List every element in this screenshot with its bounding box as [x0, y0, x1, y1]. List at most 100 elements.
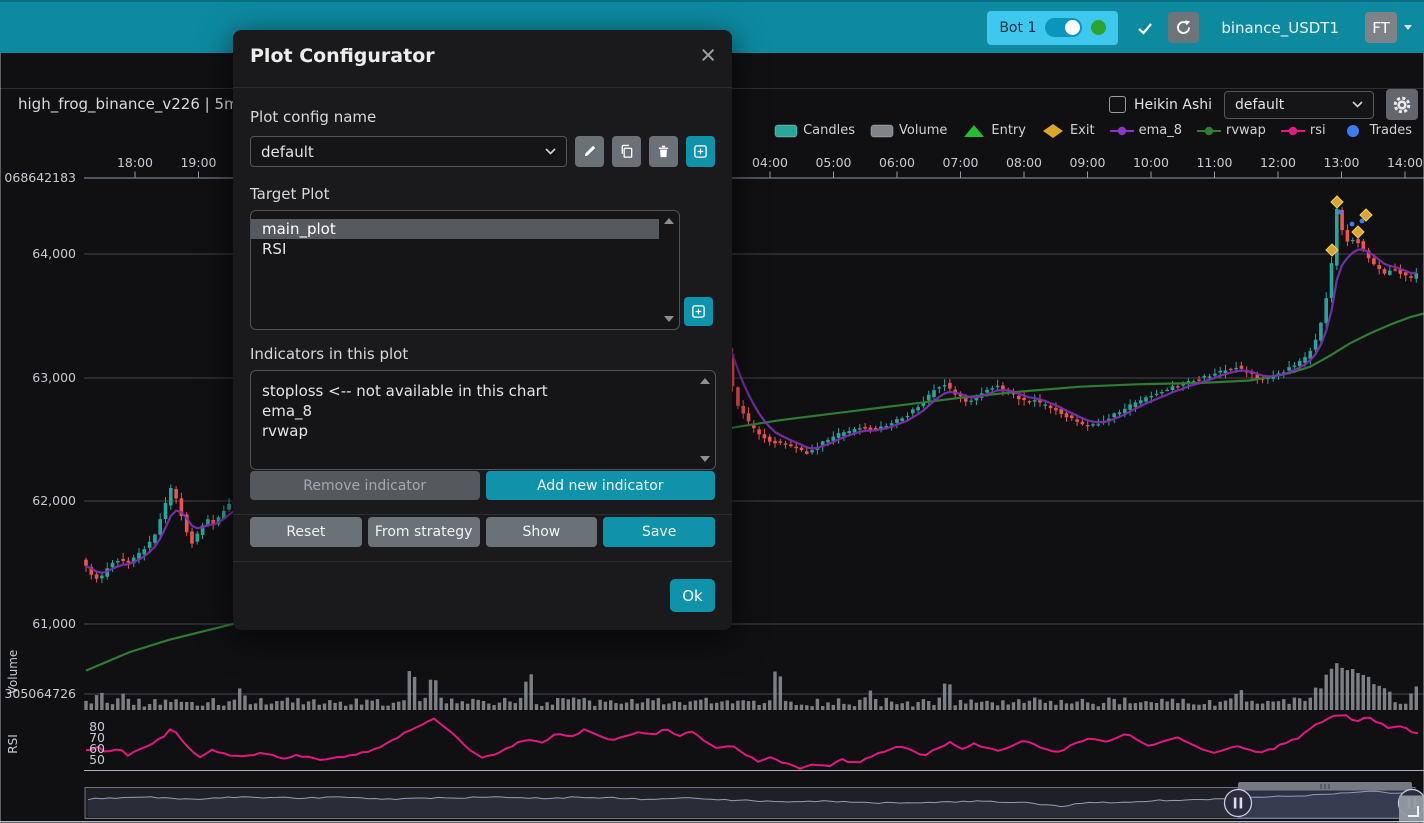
plot-configurator-modal: Plot Configurator × Plot config name def… — [233, 30, 732, 630]
modal-header: Plot Configurator × — [233, 30, 732, 80]
add-plot-button[interactable] — [684, 297, 713, 326]
config-row: default — [250, 136, 715, 167]
rvwap-legend-icon — [1197, 124, 1221, 138]
reset-button[interactable]: Reset — [250, 517, 362, 547]
target-plot-list[interactable]: main_plotRSI — [250, 210, 680, 330]
legend-label: Candles — [803, 123, 855, 138]
scroll-down-icon[interactable] — [700, 456, 710, 462]
chevron-down-icon — [545, 148, 556, 155]
config-name-select[interactable]: default — [250, 136, 567, 167]
legend-item-rvwap[interactable]: rvwap — [1197, 123, 1266, 138]
nav-handle-left[interactable] — [1225, 790, 1252, 817]
indicators-list[interactable]: stoploss <-- not available in this chart… — [250, 370, 716, 470]
indicator-buttons: Remove indicator Add new indicator — [250, 471, 715, 500]
config-name-select-value: default — [261, 143, 314, 161]
legend-label: Exit — [1070, 123, 1095, 138]
target-plot-label: Target Plot — [250, 185, 329, 203]
add-new-indicator-button[interactable]: Add new indicator — [486, 471, 716, 500]
plot-config-name-label: Plot config name — [250, 108, 376, 126]
svg-text:08:00: 08:00 — [1006, 155, 1042, 170]
legend-item-Trades[interactable]: Trades — [1341, 123, 1412, 138]
legend-item-Candles[interactable]: Candles — [774, 123, 855, 138]
bot-selector[interactable]: Bot 1 — [987, 11, 1118, 45]
heikin-ashi-option[interactable]: Heikin Ashi — [1109, 96, 1212, 113]
svg-text:RSI: RSI — [6, 734, 20, 754]
svg-text:04:00: 04:00 — [752, 155, 788, 170]
Entry-legend-icon — [962, 124, 986, 138]
duplicate-config-button[interactable] — [612, 136, 641, 167]
bot-label: Bot 1 — [999, 20, 1036, 36]
divider — [233, 514, 732, 515]
svg-text:10:00: 10:00 — [1133, 155, 1169, 170]
legend-item-ema_8[interactable]: ema_8 — [1110, 123, 1182, 138]
svg-text:13:00: 13:00 — [1323, 155, 1359, 170]
bot-toggle[interactable] — [1045, 18, 1082, 37]
delete-config-button[interactable] — [649, 136, 678, 167]
legend-label: Trades — [1370, 123, 1412, 138]
copy-icon — [619, 144, 634, 159]
action-buttons: Reset From strategy Show Save — [250, 517, 715, 547]
svg-text:63,000: 63,000 — [32, 370, 76, 385]
navigator[interactable] — [85, 782, 1424, 823]
target-plot-option[interactable]: RSI — [251, 239, 659, 259]
svg-text:05:00: 05:00 — [815, 155, 851, 170]
from-strategy-button[interactable]: From strategy — [368, 517, 480, 547]
Trades-legend-icon — [1341, 124, 1365, 138]
remove-indicator-button[interactable]: Remove indicator — [250, 471, 480, 500]
chart-title: high_frog_binance_v226 | 5m — [18, 95, 239, 113]
Candles-legend-icon — [774, 124, 798, 138]
show-button[interactable]: Show — [486, 517, 598, 547]
legend-item-Exit[interactable]: Exit — [1041, 123, 1095, 138]
plot-config-select[interactable]: default — [1224, 91, 1374, 119]
svg-text:068642183: 068642183 — [4, 170, 76, 185]
ema_8-legend-icon — [1110, 124, 1134, 138]
target-plot-option[interactable]: main_plot — [251, 219, 659, 239]
plus-square-icon — [693, 144, 708, 159]
gear-icon — [1392, 95, 1412, 115]
indicator-option[interactable]: ema_8 — [251, 401, 695, 421]
svg-text:06:00: 06:00 — [879, 155, 915, 170]
close-button[interactable]: × — [696, 38, 720, 73]
modal-title: Plot Configurator — [233, 30, 732, 80]
scroll-down-icon[interactable] — [664, 316, 674, 322]
svg-text:50: 50 — [89, 752, 105, 767]
legend-item-Entry[interactable]: Entry — [962, 123, 1026, 138]
Exit-legend-icon — [1041, 124, 1065, 138]
bot-online-dot — [1091, 20, 1106, 35]
svg-text:Volume: Volume — [6, 650, 20, 695]
chevron-down-icon — [1352, 101, 1363, 108]
trash-icon — [656, 144, 671, 159]
save-button[interactable]: Save — [603, 517, 715, 547]
chart-controls: Heikin Ashi default — [1109, 89, 1418, 120]
divider — [233, 87, 732, 88]
svg-text:61,000: 61,000 — [32, 616, 76, 631]
svg-text:64,000: 64,000 — [32, 246, 76, 261]
svg-text:14:00: 14:00 — [1387, 155, 1423, 170]
chart-legend: Candles Volume Entry Exit ema_8 rvwap rsi Trade… — [774, 123, 1412, 138]
refresh-icon — [1175, 19, 1192, 36]
svg-text:09:00: 09:00 — [1069, 155, 1105, 170]
legend-item-rsi[interactable]: rsi — [1281, 123, 1326, 138]
scroll-up-icon[interactable] — [700, 378, 710, 384]
pair-label: binance_USDT1 — [1221, 19, 1339, 37]
svg-text:12:00: 12:00 — [1260, 155, 1296, 170]
resize-grip[interactable] — [1399, 796, 1424, 823]
refresh-button[interactable] — [1168, 12, 1199, 43]
heikin-ashi-checkbox[interactable] — [1109, 96, 1126, 113]
legend-item-Volume[interactable]: Volume — [870, 123, 947, 138]
indicator-option[interactable]: stoploss <-- not available in this chart — [251, 381, 695, 401]
add-config-button[interactable] — [686, 136, 715, 167]
edit-config-button[interactable] — [575, 136, 604, 167]
toggle-knob — [1065, 20, 1080, 35]
svg-text:18:00: 18:00 — [117, 155, 153, 170]
rsi-legend-icon — [1281, 124, 1305, 138]
chart-settings-button[interactable] — [1386, 89, 1418, 120]
user-menu[interactable]: FT — [1365, 12, 1412, 43]
legend-label: rsi — [1310, 123, 1326, 138]
ok-button[interactable]: Ok — [670, 579, 715, 612]
heikin-ashi-label: Heikin Ashi — [1134, 97, 1212, 113]
indicator-option[interactable]: rvwap — [251, 421, 695, 441]
scroll-up-icon[interactable] — [664, 218, 674, 224]
legend-label: Volume — [899, 123, 947, 138]
avatar: FT — [1365, 12, 1397, 43]
